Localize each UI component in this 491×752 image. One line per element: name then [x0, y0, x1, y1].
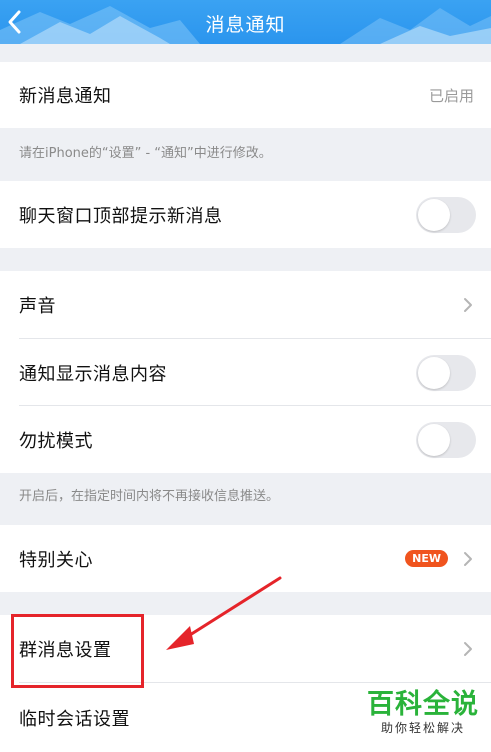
- annotation-arrow: [166, 576, 282, 650]
- dnd-row: 勿扰模式: [0, 406, 491, 473]
- toggle-knob: [418, 356, 450, 389]
- page-title: 消息通知: [205, 14, 286, 36]
- toggle-knob: [418, 198, 450, 231]
- special-care-label: 特别关心: [19, 549, 93, 571]
- chevron-right-icon: [464, 551, 472, 566]
- new-message-status: 已启用: [428, 86, 474, 105]
- chevron-right-icon: [464, 298, 472, 312]
- sound-label: 声音: [19, 296, 56, 317]
- watermark-logo: 百科全说 助你轻松解决: [364, 690, 482, 736]
- show-content-row: 通知显示消息内容: [0, 339, 491, 406]
- new-message-hint: 请在iPhone的“设置” - “通知”中进行修改。: [19, 146, 272, 161]
- toggle-knob: [418, 423, 450, 456]
- dnd-label: 勿扰模式: [19, 430, 93, 452]
- dnd-hint: 开启后，在指定时间内将不再接收信息推送。: [19, 489, 280, 504]
- dnd-toggle[interactable]: [416, 421, 476, 458]
- new-badge: NEW: [405, 550, 448, 567]
- chevron-right-icon: [464, 642, 472, 656]
- nav-header: 消息通知: [0, 0, 491, 44]
- chat-top-hint-label: 聊天窗口顶部提示新消息: [19, 205, 223, 227]
- show-content-label: 通知显示消息内容: [19, 363, 167, 385]
- new-message-row[interactable]: 新消息通知 已启用: [0, 62, 491, 128]
- highlight-box: [11, 614, 144, 688]
- new-message-label: 新消息通知: [19, 86, 112, 107]
- show-content-toggle[interactable]: [416, 354, 476, 391]
- sound-row[interactable]: 声音: [0, 271, 491, 339]
- chat-top-hint-toggle[interactable]: [416, 196, 476, 233]
- watermark-main: 百科全说: [367, 689, 479, 720]
- watermark-sub: 助你轻松解决: [380, 721, 465, 735]
- chat-top-hint-row: 聊天窗口顶部提示新消息: [0, 181, 491, 248]
